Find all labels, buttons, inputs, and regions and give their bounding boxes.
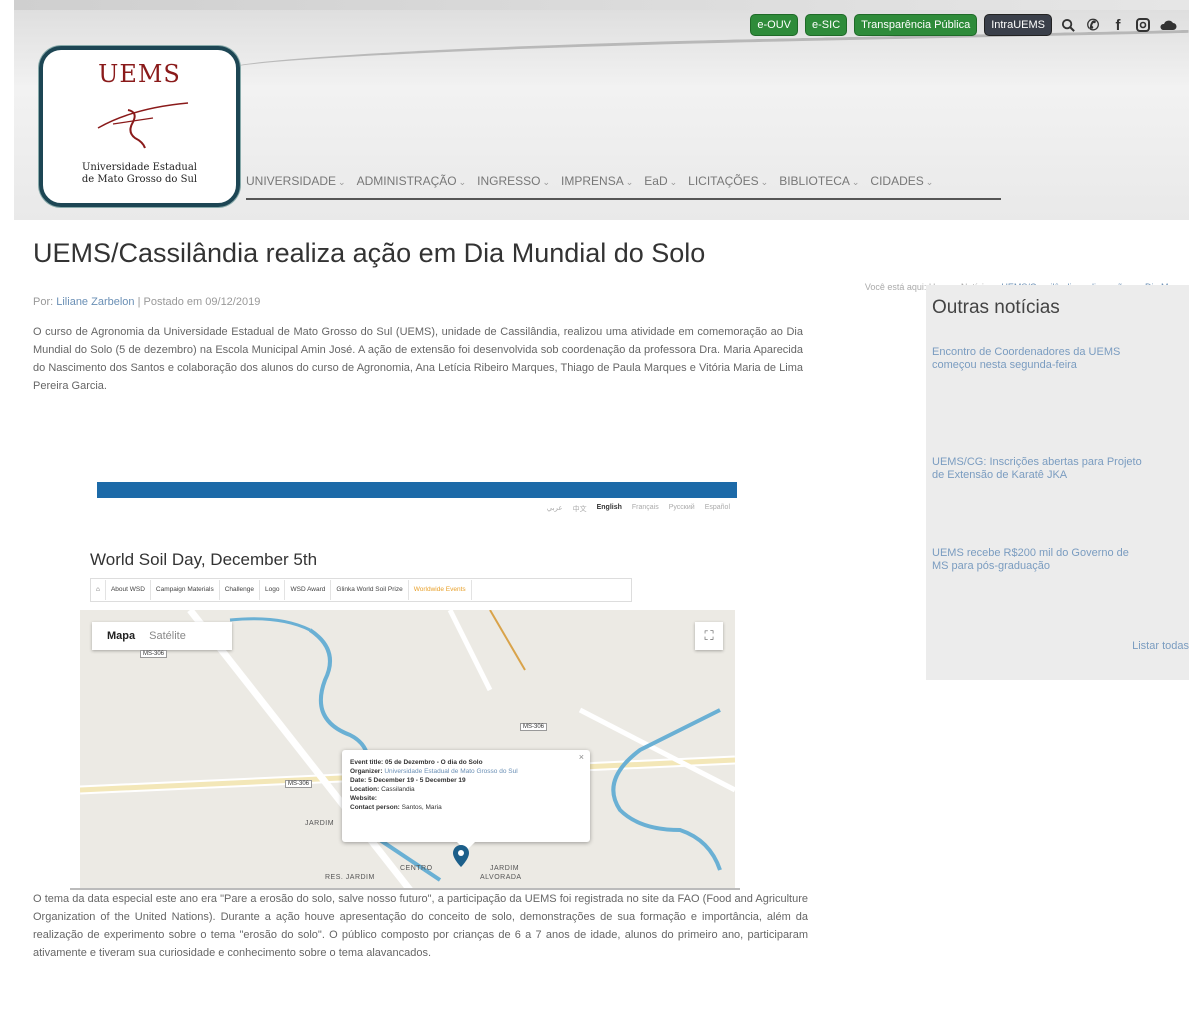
tab-about-wsd: About WSD: [106, 580, 151, 600]
nav-imprensa[interactable]: IMPRENSA ⌄: [561, 174, 633, 188]
map-label-alvorada: ALVORADA: [480, 874, 522, 881]
logo-subtitle: Universidade Estadual de Mato Grosso do …: [43, 162, 236, 186]
e-sic-button[interactable]: e-SIC: [805, 14, 848, 36]
article-paragraph-2: O tema da data especial este ano era "Pa…: [33, 893, 808, 959]
chevron-down-icon: ⌄: [542, 177, 551, 187]
main-nav: UNIVERSIDADE ⌄ ADMINISTRAÇÃO ⌄ INGRESSO ⌄ I…: [246, 174, 933, 188]
satellite-button: Satélite: [149, 630, 186, 642]
news-link[interactable]: UEMS recebe R$200 mil do Governo de MS p…: [932, 547, 1142, 573]
logo-subtitle-line2: de Mato Grosso do Sul: [81, 174, 198, 185]
byline: Por: Liliane Zarbelon | Postado em 09/12…: [33, 296, 260, 308]
article-image: عربي 中文 English Français Русский Español…: [70, 470, 740, 890]
posted-date: Postado em 09/12/2019: [143, 296, 261, 308]
home-icon: ⌂: [91, 580, 106, 600]
tab-challenge: Challenge: [220, 580, 260, 600]
tab-wsd-award: WSD Award: [285, 580, 332, 600]
chevron-down-icon: ⌄: [669, 177, 678, 187]
map-label-centro: CENTRO: [400, 865, 433, 872]
chevron-down-icon: ⌄: [458, 177, 467, 187]
logo-text: UEMS: [98, 60, 181, 88]
wsd-title: World Soil Day, December 5th: [90, 550, 318, 569]
map-pin-icon: [453, 845, 469, 867]
phone-icon[interactable]: ✆: [1084, 16, 1102, 34]
site-header: e-OUV e-SIC Transparência Pública IntraU…: [14, 0, 1189, 220]
lang-chinese: 中文: [572, 506, 587, 513]
map-label-jardim-alvorada: JARDIM: [490, 865, 520, 872]
road-marker: MS-306: [285, 780, 313, 788]
road-marker: MS-306: [140, 650, 168, 658]
map-label-jardim: JARDIM: [305, 820, 335, 827]
chevron-down-icon: ⌄: [338, 177, 346, 187]
map-view: Mapa Satélite ⛶ MS-306 MS-306 MS-306 JAR…: [80, 610, 735, 890]
sidebar-title: Outras notícias: [932, 297, 1060, 318]
close-icon: ×: [578, 752, 584, 762]
search-icon[interactable]: [1059, 16, 1077, 34]
transparencia-button[interactable]: Transparência Pública: [854, 14, 978, 36]
wsd-tabs: ⌂ About WSD Campaign Materials Challenge…: [90, 578, 632, 602]
nav-administracao[interactable]: ADMINISTRAÇÃO ⌄: [357, 174, 467, 188]
tab-logo: Logo: [260, 580, 286, 600]
chevron-down-icon: ⌄: [851, 177, 860, 187]
tab-glinka-prize: Glinka World Soil Prize: [331, 580, 409, 600]
embed-top-bar: [97, 482, 737, 498]
top-bar: e-OUV e-SIC Transparência Pública IntraU…: [750, 14, 1177, 36]
sidebar-other-news: Outras notícias Encontro de Coordenadore…: [926, 285, 1189, 680]
logo-mark-icon: [97, 102, 189, 149]
map-type-toggle: Mapa Satélite: [92, 622, 232, 650]
chevron-down-icon: ⌄: [760, 177, 769, 187]
lang-arabic: عربي: [546, 505, 563, 512]
lang-russian: Русский: [668, 504, 695, 511]
header-swoosh: [223, 29, 1189, 84]
cloud-icon[interactable]: [1159, 16, 1177, 34]
news-link[interactable]: UEMS/CG: Inscrições abertas para Projeto…: [932, 456, 1142, 482]
article-paragraph-1: O curso de Agronomia da Universidade Est…: [33, 326, 803, 392]
nav-ingresso[interactable]: INGRESSO ⌄: [477, 174, 550, 188]
road-marker: MS-306: [520, 723, 548, 731]
language-bar: عربي 中文 English Français Русский Español: [547, 504, 730, 514]
nav-universidade[interactable]: UNIVERSIDADE ⌄: [246, 174, 346, 188]
instagram-icon[interactable]: [1134, 16, 1152, 34]
page-title: UEMS/Cassilândia realiza ação em Dia Mun…: [33, 238, 706, 268]
nav-cidades[interactable]: CIDADES ⌄: [870, 174, 933, 188]
nav-biblioteca[interactable]: BIBLIOTECA ⌄: [779, 174, 859, 188]
info-event-row: Event title: 05 de Dezembro - O dia do S…: [350, 759, 483, 766]
map-button: Mapa: [107, 630, 136, 642]
nav-licitacoes[interactable]: LICITAÇÕES ⌄: [688, 174, 768, 188]
info-location-row: Location: Cassilandia: [350, 786, 415, 793]
info-website-row: Website:: [350, 795, 377, 802]
news-link[interactable]: Encontro de Coordenadores da UEMS começo…: [932, 346, 1142, 372]
e-ouv-button[interactable]: e-OUV: [750, 14, 799, 36]
chevron-down-icon: ⌄: [625, 177, 634, 187]
byline-prefix: Por:: [33, 296, 54, 308]
byline-separator: |: [137, 296, 141, 308]
tab-worldwide-events: Worldwide Events: [409, 580, 472, 600]
lang-spanish: Español: [704, 504, 730, 511]
map-info-window: × Event title: 05 de Dezembro - O dia do…: [342, 750, 590, 851]
logo-subtitle-line1: Universidade Estadual: [81, 162, 198, 173]
map-label-res-jardim: RES. JARDIM: [325, 874, 375, 881]
nav-divider: [246, 198, 1001, 200]
info-contact-row: Contact person: Santos, Maria: [350, 804, 442, 811]
tab-campaign-materials: Campaign Materials: [151, 580, 220, 600]
facebook-icon[interactable]: f: [1109, 16, 1127, 34]
lang-french: Français: [631, 504, 659, 511]
author-link[interactable]: Liliane Zarbelon: [56, 296, 134, 308]
fullscreen-icon: ⛶: [695, 622, 723, 650]
intrauems-button[interactable]: IntraUEMS: [984, 14, 1052, 36]
info-organizer-row: Organizer: Universidade Estadual de Mato…: [350, 768, 518, 775]
nav-ead[interactable]: EaD ⌄: [644, 174, 677, 188]
chevron-down-icon: ⌄: [925, 177, 934, 187]
lang-english: English: [596, 504, 622, 511]
info-date-row: Date: 5 December 19 - 5 December 19: [350, 777, 466, 784]
list-all-link[interactable]: Listar todas: [1132, 640, 1189, 652]
uems-logo[interactable]: UEMS Universidade Estadual de Mato Gross…: [39, 46, 240, 207]
